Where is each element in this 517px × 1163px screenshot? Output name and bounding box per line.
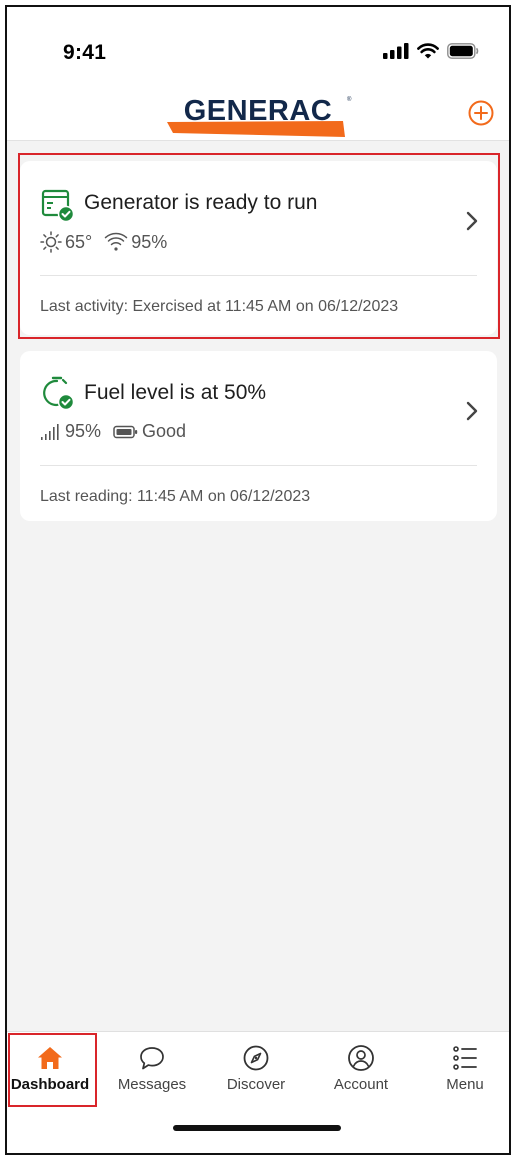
card-title: Fuel level is at 50% xyxy=(84,381,267,404)
wifi-strength-value: 95% xyxy=(131,231,168,252)
battery-icon xyxy=(447,43,479,59)
status-time: 9:41 xyxy=(63,41,107,64)
signal-bars-icon xyxy=(41,423,59,440)
user-circle-icon xyxy=(348,1045,374,1071)
home-icon xyxy=(38,1047,62,1069)
sun-icon xyxy=(40,231,62,253)
chat-bubble-icon xyxy=(140,1047,164,1070)
generac-logo: GENERAC ® xyxy=(167,95,352,137)
generator-status-card[interactable]: Generator is ready to run 65° 95% Last a… xyxy=(20,161,497,335)
tab-label: Messages xyxy=(117,1076,187,1093)
battery-status-value: Good xyxy=(142,421,187,441)
fuel-tank-check-icon xyxy=(43,376,75,411)
battery-level-icon xyxy=(113,425,138,438)
card-divider xyxy=(40,275,477,276)
cellular-signal-icon xyxy=(383,43,409,59)
app-screen: 9:41 GENERAC ® Generator is ready to run… xyxy=(5,5,511,1155)
list-menu-icon xyxy=(453,1046,477,1070)
tab-label: Dashboard xyxy=(10,1076,90,1093)
svg-text:®: ® xyxy=(347,96,352,103)
tab-label: Account xyxy=(333,1076,389,1093)
last-activity-text: Last activity: Exercised at 11:45 AM on … xyxy=(40,298,399,315)
home-indicator xyxy=(173,1125,341,1131)
compass-icon xyxy=(243,1045,269,1071)
card-divider xyxy=(40,465,477,466)
generator-check-icon xyxy=(41,189,75,223)
app-header: GENERAC ® xyxy=(7,79,509,141)
brand-wordmark: GENERAC xyxy=(184,95,333,127)
tab-label: Menu xyxy=(446,1076,484,1093)
last-reading-text: Last reading: 11:45 AM on 06/12/2023 xyxy=(40,488,311,505)
generator-meta: 65° 95% xyxy=(40,231,179,253)
bottom-tab-bar: Dashboard Messages Discover Account Menu xyxy=(7,1031,509,1153)
temperature-value: 65° xyxy=(65,231,93,252)
tab-discover[interactable]: Discover xyxy=(206,1040,306,1100)
chevron-right-icon[interactable] xyxy=(463,210,481,232)
wifi-status-icon xyxy=(417,43,439,59)
tab-menu[interactable]: Menu xyxy=(415,1040,509,1100)
status-icons xyxy=(383,43,479,59)
tab-dashboard[interactable]: Dashboard xyxy=(7,1040,100,1100)
tab-account[interactable]: Account xyxy=(311,1040,411,1100)
tab-label: Discover xyxy=(226,1076,286,1093)
wifi-icon xyxy=(104,232,128,251)
fuel-status-card[interactable]: Fuel level is at 50% 95% Good Last readi… xyxy=(20,351,497,521)
add-device-button[interactable] xyxy=(467,99,495,127)
status-bar: 9:41 xyxy=(7,7,509,79)
signal-strength-value: 95% xyxy=(65,421,102,441)
chevron-right-icon[interactable] xyxy=(463,400,481,422)
fuel-meta: 95% Good xyxy=(40,421,198,442)
tab-messages[interactable]: Messages xyxy=(102,1040,202,1100)
card-title: Generator is ready to run xyxy=(84,191,318,214)
